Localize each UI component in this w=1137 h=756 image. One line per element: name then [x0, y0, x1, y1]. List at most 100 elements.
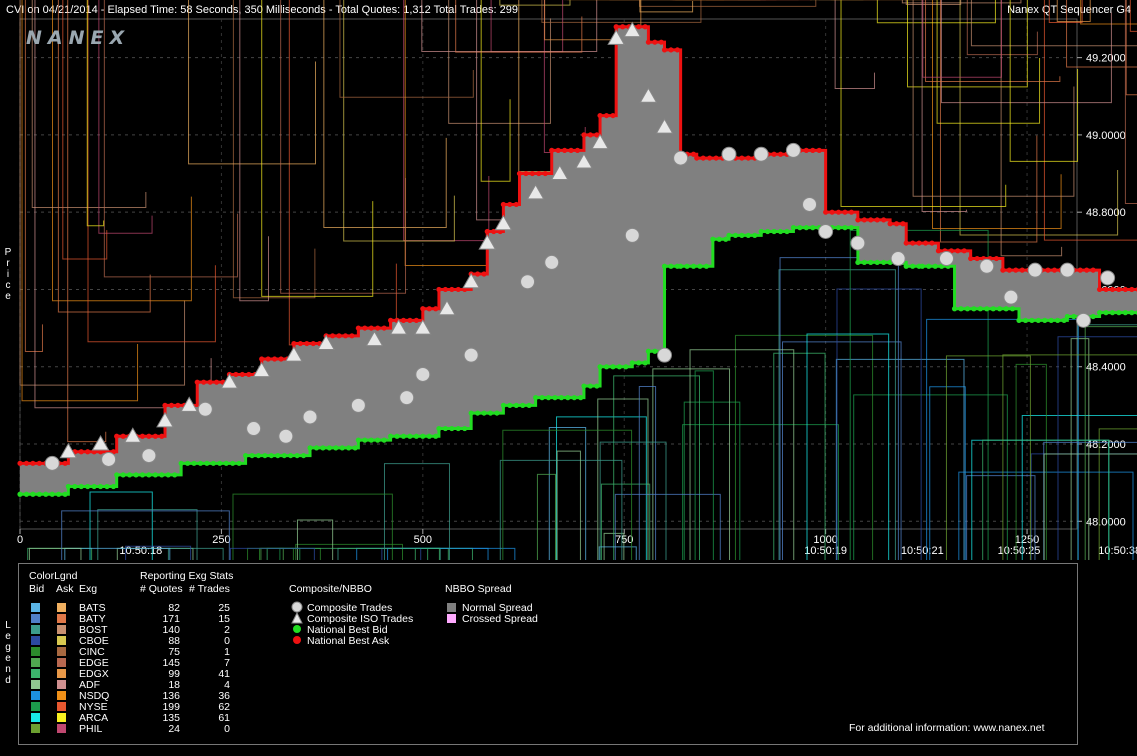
exchange-bid-line: [337, 547, 441, 560]
ask-marker: [636, 24, 642, 30]
bid-marker: [281, 452, 287, 459]
bid-marker: [468, 410, 474, 416]
bid-marker: [565, 395, 571, 401]
ask-marker: [694, 155, 700, 161]
ask-marker: [922, 240, 929, 246]
exchange-ask-line: [905, 0, 962, 6]
composite-trade: [818, 224, 834, 239]
ask-marker: [442, 286, 448, 293]
bid-marker: [926, 263, 932, 269]
bid-marker: [645, 348, 651, 354]
bid-marker: [678, 263, 684, 269]
ask-marker: [536, 170, 542, 177]
ask-marker: [739, 155, 745, 161]
ask-marker: [368, 325, 374, 331]
ask-marker: [568, 147, 574, 153]
ask-marker: [903, 240, 909, 246]
ask-marker: [881, 217, 887, 223]
bid-marker: [765, 228, 771, 235]
exchange-ask-line: [901, 0, 1022, 4]
bid-marker: [500, 402, 506, 408]
ask-marker: [620, 24, 626, 30]
bid-marker: [62, 491, 68, 497]
bid-marker: [294, 452, 300, 459]
ask-marker: [968, 255, 974, 262]
exchange-ask-line: [1129, 0, 1137, 32]
composite-trade: [979, 258, 995, 274]
ask-marker: [36, 460, 42, 466]
bid-color-swatch: [31, 713, 40, 722]
stats-title: Reporting Exg Stats: [140, 570, 234, 582]
col-exg: Exg: [79, 583, 98, 595]
col-ask: Ask: [56, 583, 74, 595]
ask-marker: [426, 306, 432, 312]
bid-marker: [1129, 310, 1135, 316]
exchange-bid-line: [28, 547, 82, 560]
ask-marker: [436, 286, 442, 293]
bid-marker: [133, 472, 139, 478]
ask-color-swatch: [57, 636, 66, 645]
composite-trade: [850, 235, 866, 251]
bid-marker: [159, 472, 165, 478]
bid-marker: [977, 306, 983, 312]
ask-marker: [1122, 286, 1128, 293]
ask-marker: [387, 317, 394, 323]
bid-marker: [597, 364, 603, 370]
bid-marker: [861, 259, 867, 266]
bid-color-swatch: [31, 625, 40, 634]
ask-marker: [935, 248, 942, 254]
time-tick-label: 10:50:21: [901, 545, 944, 557]
ask-marker: [835, 209, 842, 215]
bid-marker: [526, 402, 532, 408]
ask-marker: [610, 112, 616, 119]
ask-marker: [868, 217, 874, 223]
bid-marker: [475, 410, 481, 416]
bid-marker: [623, 364, 629, 370]
ask-marker: [265, 356, 271, 362]
bid-marker: [539, 395, 545, 401]
bid-marker: [771, 228, 777, 235]
bid-marker: [172, 472, 178, 478]
bid-marker: [191, 460, 197, 466]
exchange-ask-line: [1056, 0, 1091, 22]
bid-marker: [636, 360, 642, 366]
composite-trade: [938, 251, 954, 267]
composite-trade: [463, 347, 479, 363]
y-tick-label: 49.2000: [1086, 53, 1126, 65]
ask-marker: [475, 271, 481, 277]
bid-marker: [355, 437, 361, 443]
bid-marker: [777, 228, 784, 235]
composite-trade: [101, 451, 117, 467]
composite-trade: [1003, 289, 1019, 305]
ask-marker: [500, 201, 506, 208]
ask-marker: [993, 255, 1000, 262]
bid-marker: [178, 460, 184, 466]
x-tick-label: 250: [212, 534, 230, 546]
bid-marker: [91, 483, 97, 490]
bid-color-swatch: [31, 647, 40, 656]
footer-info: For additional information: www.nanex.ne…: [849, 722, 1045, 734]
colorlgnd-title: ColorLgnd: [29, 570, 78, 582]
exchange-ask-line: [1125, 0, 1137, 96]
bid-marker: [362, 437, 368, 443]
composite-trade: [197, 401, 213, 417]
time-tick-label: 10:50:38: [1098, 545, 1137, 557]
bid-marker: [1022, 317, 1029, 323]
bid-marker: [1016, 317, 1022, 323]
bid-marker: [78, 483, 84, 490]
ask-marker: [481, 271, 487, 277]
ask-marker: [916, 240, 922, 246]
bid-marker: [104, 483, 110, 490]
bid-marker: [85, 483, 91, 490]
bid-marker: [745, 232, 751, 238]
bid-marker: [513, 402, 519, 408]
bid-marker: [903, 263, 909, 269]
ask-marker: [201, 379, 207, 385]
bid-marker: [716, 236, 722, 242]
composite-trade: [350, 397, 366, 413]
bid-marker: [110, 483, 117, 490]
ask-marker: [961, 248, 967, 254]
ask-color-swatch: [57, 658, 66, 667]
ask-marker: [449, 286, 455, 293]
bid-marker: [910, 263, 916, 269]
